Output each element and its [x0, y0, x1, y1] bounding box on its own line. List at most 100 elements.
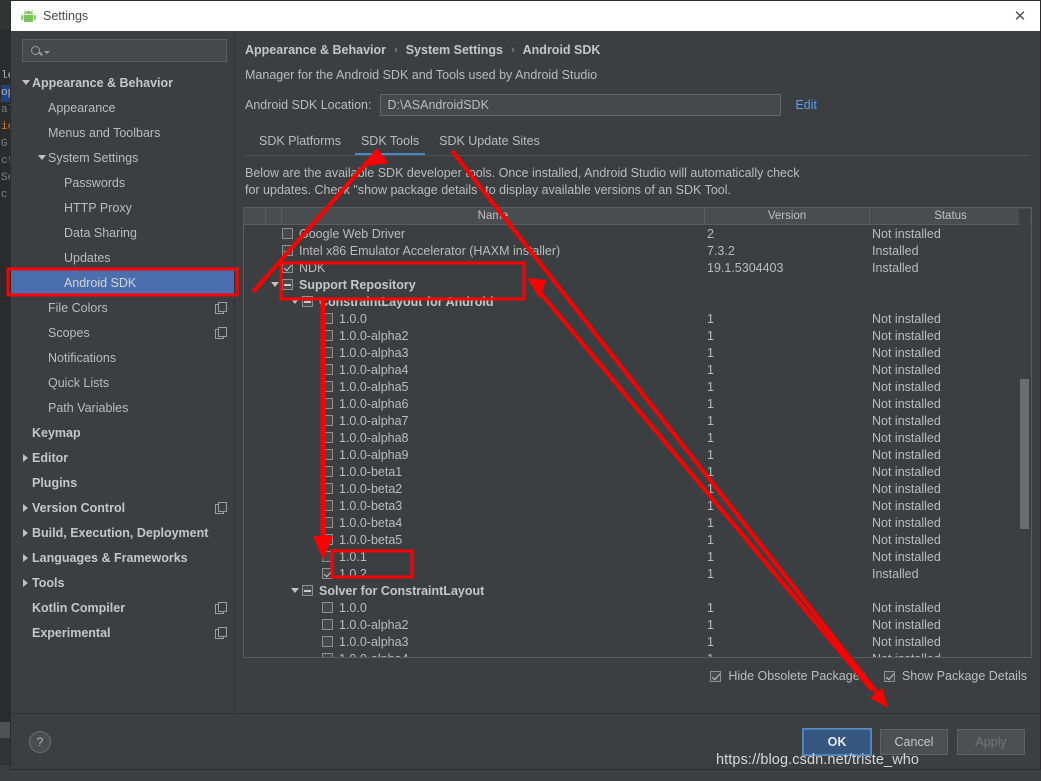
table-row[interactable]: 1.0.0-beta3 1 Not installed	[244, 497, 1031, 514]
chevron-down-icon[interactable]	[19, 80, 32, 85]
configurable-copy-icon[interactable]	[215, 327, 227, 339]
row-checkbox[interactable]	[322, 398, 333, 409]
row-checkbox[interactable]	[322, 653, 333, 657]
table-row[interactable]: Google Web Driver 2 Not installed	[244, 225, 1031, 242]
column-header-status[interactable]: Status	[870, 208, 1031, 224]
row-checkbox[interactable]	[322, 483, 333, 494]
sidebar-item-data-sharing[interactable]: Data Sharing	[11, 220, 234, 245]
table-row[interactable]: 1.0.0-alpha9 1 Not installed	[244, 446, 1031, 463]
table-row[interactable]: Solver for ConstraintLayout	[244, 582, 1031, 599]
close-icon[interactable]: ✕	[1006, 4, 1034, 28]
chevron-right-icon[interactable]	[19, 503, 32, 512]
row-checkbox[interactable]	[322, 432, 333, 443]
row-checkbox[interactable]	[322, 534, 333, 545]
table-row[interactable]: 1.0.0-alpha3 1 Not installed	[244, 633, 1031, 650]
chevron-right-icon[interactable]	[19, 553, 32, 562]
column-header-version[interactable]: Version	[705, 208, 870, 224]
sidebar-item-editor[interactable]: Editor	[11, 445, 234, 470]
table-row[interactable]: 1.0.0-alpha5 1 Not installed	[244, 378, 1031, 395]
tab-sdk-update-sites[interactable]: SDK Update Sites	[429, 131, 550, 155]
row-checkbox[interactable]	[322, 551, 333, 562]
sidebar-item-plugins[interactable]: Plugins	[11, 470, 234, 495]
sidebar-item-tools[interactable]: Tools	[11, 570, 234, 595]
table-row[interactable]: 1.0.0-alpha8 1 Not installed	[244, 429, 1031, 446]
configurable-copy-icon[interactable]	[215, 502, 227, 514]
option-hide-obsolete-packages[interactable]: Hide Obsolete Packages	[710, 669, 866, 683]
table-row[interactable]: 1.0.0-beta5 1 Not installed	[244, 531, 1031, 548]
row-checkbox[interactable]	[282, 262, 293, 273]
table-row[interactable]: 1.0.0-beta4 1 Not installed	[244, 514, 1031, 531]
table-row[interactable]: 1.0.0 1 Not installed	[244, 599, 1031, 616]
chevron-right-icon[interactable]	[19, 578, 32, 587]
row-checkbox[interactable]	[322, 619, 333, 630]
table-row[interactable]: 1.0.0-alpha4 1Not installed	[244, 650, 1031, 657]
row-checkbox[interactable]	[322, 381, 333, 392]
sidebar-item-passwords[interactable]: Passwords	[11, 170, 234, 195]
chevron-down-icon[interactable]	[288, 299, 302, 304]
sidebar-item-experimental[interactable]: Experimental	[11, 620, 234, 645]
tab-sdk-tools[interactable]: SDK Tools	[351, 131, 429, 155]
chevron-right-icon[interactable]	[19, 453, 32, 462]
sidebar-item-file-colors[interactable]: File Colors	[11, 295, 234, 320]
table-row[interactable]: 1.0.2 1 Installed	[244, 565, 1031, 582]
row-checkbox[interactable]	[302, 296, 313, 307]
sidebar-item-languages-frameworks[interactable]: Languages & Frameworks	[11, 545, 234, 570]
row-checkbox[interactable]	[322, 449, 333, 460]
table-row[interactable]: 1.0.0-alpha2 1 Not installed	[244, 327, 1031, 344]
chevron-down-icon[interactable]	[288, 588, 302, 593]
row-checkbox[interactable]	[322, 415, 333, 426]
sdk-location-input[interactable]: D:\ASAndroidSDK	[380, 94, 782, 116]
cancel-button[interactable]: Cancel	[880, 728, 948, 755]
sidebar-item-http-proxy[interactable]: HTTP Proxy	[11, 195, 234, 220]
sidebar-item-scopes[interactable]: Scopes	[11, 320, 234, 345]
sidebar-item-android-sdk[interactable]: Android SDK	[11, 270, 234, 295]
table-row[interactable]: 1.0.0-alpha7 1 Not installed	[244, 412, 1031, 429]
table-row[interactable]: 1.0.0-alpha3 1 Not installed	[244, 344, 1031, 361]
sidebar-item-system-settings[interactable]: System Settings	[11, 145, 234, 170]
sidebar-item-appearance-behavior[interactable]: Appearance & Behavior	[11, 70, 234, 95]
table-row[interactable]: 1.0.1 1 Not installed	[244, 548, 1031, 565]
row-checkbox[interactable]	[322, 500, 333, 511]
row-checkbox[interactable]	[322, 313, 333, 324]
sidebar-item-keymap[interactable]: Keymap	[11, 420, 234, 445]
row-checkbox[interactable]	[322, 347, 333, 358]
sidebar-item-kotlin-compiler[interactable]: Kotlin Compiler	[11, 595, 234, 620]
apply-button[interactable]: Apply	[957, 728, 1025, 755]
sidebar-item-appearance[interactable]: Appearance	[11, 95, 234, 120]
tab-sdk-platforms[interactable]: SDK Platforms	[249, 131, 351, 155]
ok-button[interactable]: OK	[802, 727, 872, 756]
row-checkbox[interactable]	[322, 568, 333, 579]
chevron-down-icon[interactable]	[268, 282, 282, 287]
table-row[interactable]: 1.0.0-beta1 1 Not installed	[244, 463, 1031, 480]
sidebar-item-quick-lists[interactable]: Quick Lists	[11, 370, 234, 395]
row-checkbox[interactable]	[322, 517, 333, 528]
column-header-name[interactable]: Name	[282, 208, 705, 224]
table-row[interactable]: 1.0.0 1 Not installed	[244, 310, 1031, 327]
sidebar-item-build-execution-deployment[interactable]: Build, Execution, Deployment	[11, 520, 234, 545]
chevron-right-icon[interactable]	[19, 528, 32, 537]
table-row[interactable]: 1.0.0-beta2 1 Not installed	[244, 480, 1031, 497]
configurable-copy-icon[interactable]	[215, 602, 227, 614]
sidebar-item-version-control[interactable]: Version Control	[11, 495, 234, 520]
row-checkbox[interactable]	[322, 364, 333, 375]
configurable-copy-icon[interactable]	[215, 627, 227, 639]
row-checkbox[interactable]	[282, 279, 293, 290]
table-row[interactable]: 1.0.0-alpha2 1 Not installed	[244, 616, 1031, 633]
table-row[interactable]: ConstraintLayout for Android	[244, 293, 1031, 310]
table-scrollbar[interactable]	[1019, 209, 1030, 656]
help-button[interactable]: ?	[29, 730, 51, 753]
table-row[interactable]: Intel x86 Emulator Accelerator (HAXM ins…	[244, 242, 1031, 259]
table-row[interactable]: Support Repository	[244, 276, 1031, 293]
search-input[interactable]	[22, 39, 227, 62]
configurable-copy-icon[interactable]	[215, 302, 227, 314]
sidebar-item-notifications[interactable]: Notifications	[11, 345, 234, 370]
row-checkbox[interactable]	[282, 245, 293, 256]
row-checkbox[interactable]	[322, 602, 333, 613]
sidebar-item-path-variables[interactable]: Path Variables	[11, 395, 234, 420]
row-checkbox[interactable]	[322, 636, 333, 647]
table-row[interactable]: 1.0.0-alpha6 1 Not installed	[244, 395, 1031, 412]
option-checkbox[interactable]	[883, 670, 895, 682]
row-checkbox[interactable]	[282, 228, 293, 239]
row-checkbox[interactable]	[302, 585, 313, 596]
chevron-down-icon[interactable]	[35, 155, 48, 160]
